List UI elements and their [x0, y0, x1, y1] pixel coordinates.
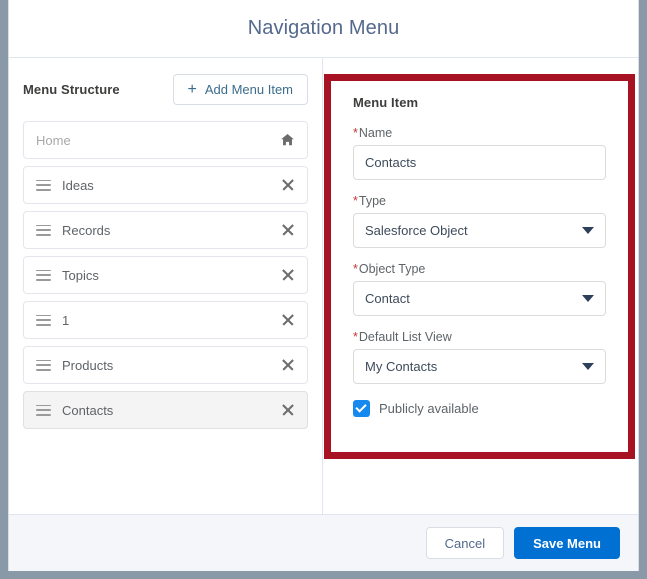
- required-marker: *: [353, 126, 358, 140]
- menu-item-heading: Menu Item: [353, 95, 419, 110]
- chevron-down-icon: [582, 227, 594, 234]
- drag-handle-icon[interactable]: [36, 179, 51, 191]
- list-item-records[interactable]: Records: [23, 211, 308, 249]
- publicly-available-checkbox[interactable]: Publicly available: [353, 400, 606, 417]
- field-name-label: *Name: [353, 126, 606, 140]
- publicly-available-label: Publicly available: [379, 401, 479, 416]
- close-icon[interactable]: [281, 403, 295, 417]
- list-item-home[interactable]: Home: [23, 121, 308, 159]
- field-name: *Name: [353, 126, 606, 180]
- drag-handle-icon[interactable]: [36, 269, 51, 281]
- list-item-label: Home: [36, 132, 71, 148]
- dialog-body: Menu Structure + Add Menu Item Home Idea…: [9, 58, 638, 514]
- field-default-list-view-label-text: Default List View: [358, 330, 452, 344]
- annotation-highlight-box: Menu Item *Name *Type Salesforce Object: [324, 74, 635, 459]
- checkmark-icon: [353, 400, 370, 417]
- drag-handle-icon[interactable]: [36, 404, 51, 416]
- home-icon: [281, 134, 294, 146]
- add-menu-item-label: Add Menu Item: [204, 82, 293, 97]
- list-item-products[interactable]: Products: [23, 346, 308, 384]
- field-object-type-label: *Object Type: [353, 262, 606, 276]
- chevron-down-icon: [582, 363, 594, 370]
- object-type-select-value: Contact: [365, 291, 410, 306]
- close-icon[interactable]: [281, 313, 295, 327]
- default-list-view-select[interactable]: My Contacts: [353, 349, 606, 384]
- required-marker: *: [353, 262, 358, 276]
- drag-handle-icon[interactable]: [36, 359, 51, 371]
- object-type-select[interactable]: Contact: [353, 281, 606, 316]
- list-item-label: Products: [62, 357, 114, 373]
- field-object-type-label-text: Object Type: [358, 262, 426, 276]
- menu-structure-panel: Menu Structure + Add Menu Item Home Idea…: [9, 58, 323, 514]
- list-item-ideas[interactable]: Ideas: [23, 166, 308, 204]
- add-menu-item-button[interactable]: + Add Menu Item: [172, 74, 308, 105]
- chevron-down-icon: [582, 295, 594, 302]
- close-icon[interactable]: [281, 358, 295, 372]
- field-type-label-text: Type: [358, 194, 386, 208]
- required-marker: *: [353, 194, 358, 208]
- default-list-view-select-value: My Contacts: [365, 359, 438, 374]
- navigation-menu-dialog: Navigation Menu Menu Structure + Add Men…: [8, 0, 639, 571]
- name-input[interactable]: [353, 145, 606, 180]
- close-icon[interactable]: [281, 178, 295, 192]
- menu-structure-list: Home Ideas Records Topics 1 Products Con…: [23, 121, 308, 429]
- menu-item-detail-panel: Menu Item *Name *Type Salesforce Object: [323, 58, 638, 514]
- menu-item-form: Menu Item *Name *Type Salesforce Object: [331, 81, 628, 417]
- drag-handle-icon[interactable]: [36, 314, 51, 326]
- menu-structure-header: Menu Structure + Add Menu Item: [23, 74, 308, 105]
- page-title: Navigation Menu: [247, 17, 400, 39]
- cancel-button[interactable]: Cancel: [425, 527, 505, 559]
- field-default-list-view: *Default List View My Contacts: [353, 330, 606, 384]
- plus-icon: +: [187, 80, 197, 98]
- menu-structure-label: Menu Structure: [23, 82, 120, 97]
- list-item-label: Contacts: [62, 402, 114, 418]
- close-icon[interactable]: [281, 268, 295, 282]
- list-item-label: Records: [62, 222, 111, 238]
- list-item-contacts[interactable]: Contacts: [23, 391, 308, 429]
- required-marker: *: [353, 330, 358, 344]
- field-default-list-view-label: *Default List View: [353, 330, 606, 344]
- close-icon[interactable]: [281, 223, 295, 237]
- list-item-label: Ideas: [62, 177, 94, 193]
- type-select-value: Salesforce Object: [365, 223, 468, 238]
- field-object-type: *Object Type Contact: [353, 262, 606, 316]
- drag-handle-icon[interactable]: [36, 224, 51, 236]
- list-item-1[interactable]: 1: [23, 301, 308, 339]
- dialog-header: Navigation Menu: [9, 0, 638, 58]
- list-item-topics[interactable]: Topics: [23, 256, 308, 294]
- list-item-label: 1: [62, 312, 70, 328]
- save-menu-button[interactable]: Save Menu: [514, 527, 620, 559]
- dialog-footer: Cancel Save Menu: [9, 514, 638, 571]
- field-type-label: *Type: [353, 194, 606, 208]
- field-name-label-text: Name: [358, 126, 393, 140]
- field-type: *Type Salesforce Object: [353, 194, 606, 248]
- list-item-label: Topics: [62, 267, 99, 283]
- type-select[interactable]: Salesforce Object: [353, 213, 606, 248]
